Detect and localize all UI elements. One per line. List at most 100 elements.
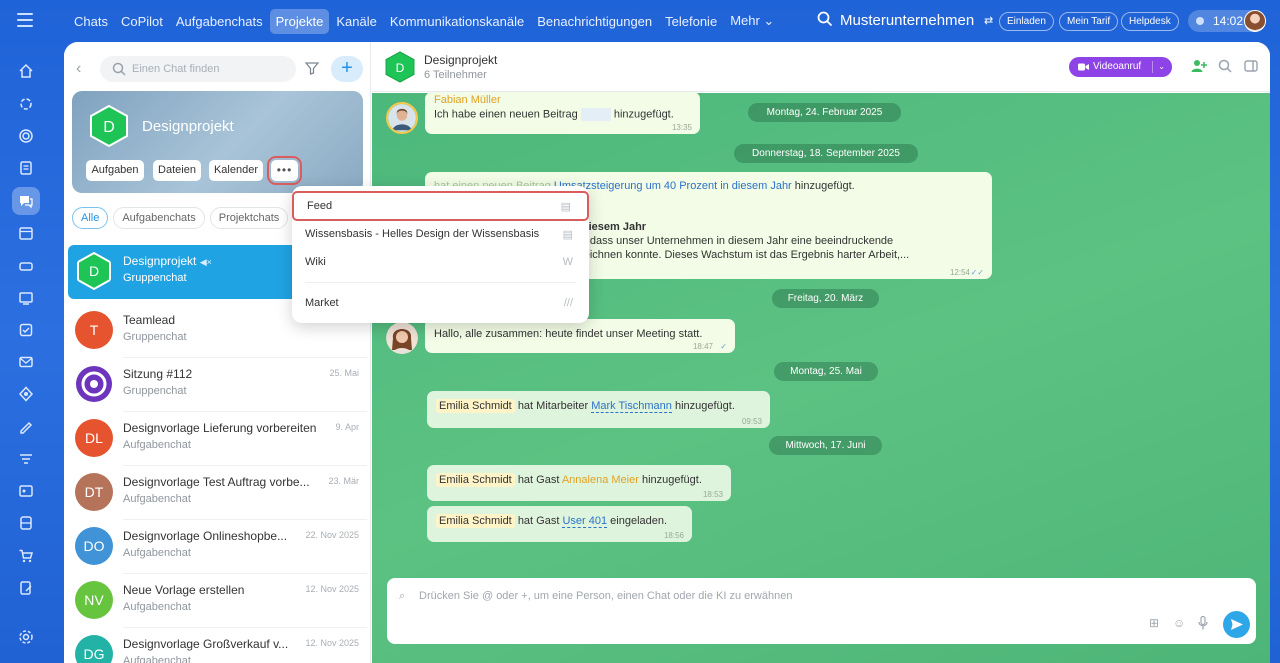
- chevron-down-icon[interactable]: ⌄: [1158, 57, 1165, 77]
- menu-item-knowledge-base[interactable]: Wissensbasis - Helles Design der Wissens…: [292, 221, 589, 247]
- status-icon: [1196, 17, 1204, 25]
- search-icon[interactable]: [817, 11, 833, 27]
- company-name[interactable]: Musterunternehmen: [840, 12, 974, 29]
- message-time: 09:53: [741, 417, 762, 426]
- chat-icon[interactable]: [12, 187, 40, 215]
- user-chip[interactable]: Emilia Schmidt: [436, 399, 515, 413]
- chat-avatar: D: [77, 252, 111, 290]
- mail-icon[interactable]: [12, 348, 40, 376]
- menu-item-wiki[interactable]: Wiki W: [292, 249, 589, 275]
- chat-sub: Aufgabenchat: [123, 439, 191, 451]
- chat-item-lieferung[interactable]: DL Designvorlage Lieferung vorbereiten A…: [68, 412, 367, 466]
- board-icon[interactable]: [12, 284, 40, 312]
- post-link[interactable]: [580, 108, 611, 121]
- attach-icon[interactable]: ⌕: [399, 590, 405, 603]
- menu-icon[interactable]: [17, 13, 33, 27]
- top-bar: Chats CoPilot Aufgabenchats Projekte Kan…: [0, 0, 1280, 42]
- message-bubble[interactable]: Hallo, alle zusammen: heute findet unser…: [425, 319, 735, 353]
- contact-card-icon[interactable]: [12, 477, 40, 505]
- user-link[interactable]: Mark Tischmann: [591, 400, 672, 413]
- tab-task-chats[interactable]: Aufgabenchats: [113, 207, 205, 229]
- settings-icon[interactable]: [12, 623, 40, 651]
- invite-button[interactable]: Einladen: [999, 12, 1054, 31]
- user-chip[interactable]: Emilia Schmidt: [436, 473, 515, 487]
- project-avatar: D: [90, 105, 128, 147]
- tasks-button[interactable]: Aufgaben: [86, 160, 144, 181]
- apps-icon[interactable]: ⊞: [1149, 616, 1159, 630]
- video-call-button[interactable]: Videoanruf ⌄: [1069, 57, 1172, 77]
- funnel-icon[interactable]: [12, 445, 40, 473]
- menu-item-market[interactable]: Market///: [292, 290, 589, 316]
- chat-sub: Gruppenchat: [123, 272, 187, 284]
- more-button[interactable]: •••: [267, 156, 302, 185]
- helpdesk-button[interactable]: Helpdesk: [1121, 12, 1179, 31]
- nav-channels[interactable]: Kanäle: [330, 9, 382, 34]
- guest-link[interactable]: Annalena Meier: [562, 474, 639, 486]
- nav-projects[interactable]: Projekte: [269, 8, 330, 34]
- user-chip[interactable]: Emilia Schmidt: [436, 514, 515, 528]
- add-user-icon[interactable]: [1191, 59, 1207, 73]
- nav-comm-channels[interactable]: Kommunikationskanäle: [384, 9, 530, 34]
- back-arrow-icon[interactable]: ‹: [76, 60, 81, 78]
- post-link[interactable]: Umsatzsteigerung um 40 Prozent in diesem…: [554, 180, 792, 192]
- nav-telephony[interactable]: Telefonie: [659, 9, 723, 34]
- tasks-icon[interactable]: [12, 316, 40, 344]
- nav-chats[interactable]: Chats: [68, 9, 114, 34]
- chat-title[interactable]: Designprojekt: [424, 53, 497, 67]
- sidebar-toggle-icon[interactable]: [1244, 59, 1258, 73]
- guest-link[interactable]: User 401: [562, 515, 608, 528]
- chat-item-sitzung[interactable]: Sitzung #112 Gruppenchat 25. Mai: [68, 358, 367, 412]
- user-avatar[interactable]: [1244, 10, 1266, 32]
- chat-list-panel: ‹ Einen Chat finden + D Designprojekt Au…: [64, 42, 371, 663]
- message-time: 13:35: [671, 123, 692, 132]
- chat-search-input[interactable]: Einen Chat finden: [100, 56, 296, 82]
- calendar-icon[interactable]: [12, 219, 40, 247]
- nav-more[interactable]: Mehr ⌄: [724, 8, 780, 34]
- chat-sub: Aufgabenchat: [123, 547, 191, 559]
- emoji-icon[interactable]: ☺: [1173, 616, 1185, 630]
- chat-avatar[interactable]: D: [384, 51, 416, 83]
- chat-item-neue-vorlage[interactable]: NV Neue Vorlage erstellen Aufgabenchat 1…: [68, 574, 367, 628]
- swap-icon[interactable]: ⇄: [984, 15, 996, 27]
- message-text: Emilia Schmidt hat Gast Annalena Meier h…: [436, 473, 702, 487]
- message-time: 12:54: [949, 268, 970, 277]
- member-count[interactable]: 6 Teilnehmer: [424, 69, 487, 81]
- automation-icon[interactable]: [12, 380, 40, 408]
- chat-item-onlineshop[interactable]: DO Designvorlage Onlineshopbe... Aufgabe…: [68, 520, 367, 574]
- message-input[interactable]: ⌕ Drücken Sie @ oder +, um eine Person, …: [387, 578, 1256, 644]
- menu-item-feed[interactable]: Feed ▤: [292, 191, 589, 221]
- nav-notifications[interactable]: Benachrichtigungen: [531, 9, 658, 34]
- sign-icon[interactable]: [12, 413, 40, 441]
- message-bubble[interactable]: Fabian Müller Ich habe einen neuen Beitr…: [425, 92, 700, 134]
- tab-project-chats[interactable]: Projektchats: [209, 207, 289, 229]
- copilot-icon[interactable]: [12, 90, 40, 118]
- storage-icon[interactable]: [12, 509, 40, 537]
- author-avatar[interactable]: [386, 322, 418, 354]
- files-button[interactable]: Dateien: [153, 160, 201, 181]
- tab-all[interactable]: Alle: [72, 207, 109, 229]
- cart-icon[interactable]: [12, 542, 40, 570]
- chat-date: 9. Apr: [335, 422, 359, 432]
- edit-doc-icon[interactable]: [12, 574, 40, 602]
- chat-item-test-auftrag[interactable]: DT Designvorlage Test Auftrag vorbe... A…: [68, 466, 367, 520]
- post-excerpt: ozent verzeichnen konnte. Dieses Wachstu…: [533, 249, 910, 261]
- chat-item-grossverkauf[interactable]: DG Designvorlage Großverkauf v... Aufgab…: [68, 628, 367, 663]
- message-time: 18:56: [663, 531, 684, 540]
- new-chat-button[interactable]: +: [331, 56, 363, 82]
- my-plan-button[interactable]: Mein Tarif: [1059, 12, 1119, 31]
- main-nav: Chats CoPilot Aufgabenchats Projekte Kan…: [68, 8, 781, 34]
- filter-icon[interactable]: [305, 61, 319, 75]
- document-icon[interactable]: [12, 154, 40, 182]
- search-placeholder: Einen Chat finden: [132, 63, 220, 75]
- nav-task-chats[interactable]: Aufgabenchats: [170, 9, 269, 34]
- nav-copilot[interactable]: CoPilot: [115, 9, 169, 34]
- drive-icon[interactable]: [12, 252, 40, 280]
- microphone-icon[interactable]: [1198, 616, 1208, 630]
- message-author[interactable]: Fabian Müller: [434, 94, 501, 106]
- author-avatar[interactable]: [386, 102, 418, 134]
- search-icon[interactable]: [1218, 59, 1232, 73]
- home-icon[interactable]: [12, 57, 40, 85]
- send-button[interactable]: [1223, 611, 1250, 638]
- calendar-button[interactable]: Kalender: [209, 160, 263, 181]
- circle-icon[interactable]: [12, 122, 40, 150]
